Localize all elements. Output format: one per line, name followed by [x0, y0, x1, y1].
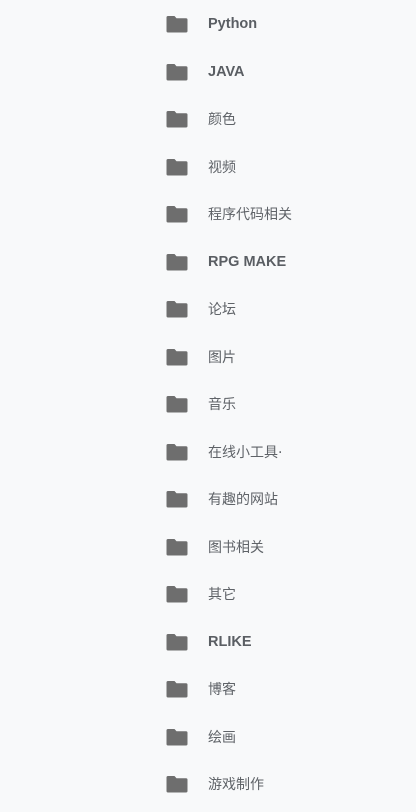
- folder-label: 颜色: [208, 112, 236, 128]
- folder-item[interactable]: 颜色: [156, 99, 396, 139]
- folder-label: 图书相关: [208, 539, 264, 556]
- folder-label: 视频: [208, 159, 236, 176]
- folder-item[interactable]: 游戏制作: [156, 764, 396, 804]
- folder-icon: [166, 348, 188, 366]
- folder-label: 在线小工具·: [208, 444, 283, 461]
- folder-icon: [166, 680, 188, 698]
- folder-label: 博客: [208, 682, 236, 698]
- folder-icon: [166, 490, 188, 508]
- folder-icon: [166, 300, 188, 318]
- folder-icon: [166, 538, 188, 556]
- folder-label: Python: [208, 16, 258, 32]
- folder-item[interactable]: 论坛: [156, 289, 396, 329]
- folder-label: 论坛: [208, 302, 236, 318]
- folder-item[interactable]: 在线小工具·: [156, 432, 396, 472]
- folder-label: RLIKE: [208, 633, 252, 650]
- folder-icon: [166, 205, 188, 223]
- folder-item[interactable]: RPG MAKE: [156, 242, 396, 282]
- folder-icon: [166, 585, 188, 603]
- folder-label: RPG MAKE: [208, 253, 287, 270]
- folder-item[interactable]: 音乐: [156, 384, 396, 424]
- folder-icon: [166, 158, 188, 176]
- folder-item[interactable]: 其它: [156, 574, 396, 614]
- folder-label: 游戏制作: [208, 777, 264, 793]
- folder-label: 音乐: [208, 397, 236, 413]
- folder-icon: [166, 728, 188, 746]
- folder-label: JAVA: [208, 63, 245, 80]
- folder-label: 其它: [208, 587, 236, 603]
- folder-item[interactable]: 图书相关: [156, 527, 396, 567]
- folder-item[interactable]: RLIKE: [156, 622, 396, 662]
- folder-label: 有趣的网站: [208, 492, 278, 508]
- folder-label: 图片: [208, 349, 236, 366]
- folder-icon: [166, 633, 188, 651]
- folder-item[interactable]: Python: [156, 4, 396, 44]
- bookmark-folder-list: Python JAVA 颜色视频程序代码相关 RPG MAKE 论坛图片音乐在线小工具·…: [0, 0, 416, 812]
- folder-item[interactable]: 程序代码相关: [156, 194, 396, 234]
- folder-icon: [166, 775, 188, 793]
- folder-label: 程序代码相关: [208, 207, 292, 223]
- folder-icon: [166, 63, 188, 81]
- folder-item[interactable]: 有趣的网站: [156, 479, 396, 519]
- folder-item[interactable]: 博客: [156, 669, 396, 709]
- folder-item[interactable]: 图片: [156, 337, 396, 377]
- folder-label: 绘画: [208, 729, 236, 746]
- folder-icon: [166, 15, 188, 33]
- folder-icon: [166, 253, 188, 271]
- folder-item[interactable]: 视频: [156, 147, 396, 187]
- folder-icon: [166, 395, 188, 413]
- folder-icon: [166, 110, 188, 128]
- folder-icon: [166, 443, 188, 461]
- folder-item[interactable]: 绘画: [156, 717, 396, 757]
- folder-item[interactable]: JAVA: [156, 52, 396, 92]
